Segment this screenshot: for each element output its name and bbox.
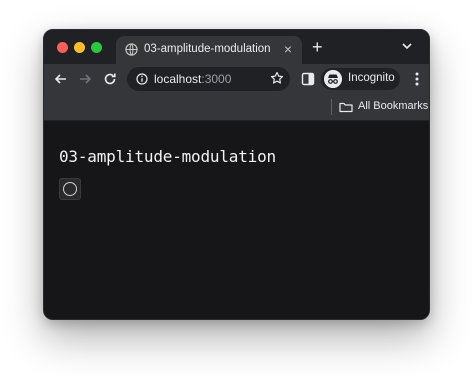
tab-close-button[interactable]: × <box>284 41 292 57</box>
all-bookmarks-button[interactable]: All Bookmarks <box>358 100 428 112</box>
tab-title: 03-amplitude-modulation <box>144 43 271 55</box>
url-port: :3000 <box>201 72 232 86</box>
bookmark-star-icon[interactable] <box>270 71 284 85</box>
minimize-window-button[interactable] <box>74 42 85 53</box>
page-content: 03-amplitude-modulation <box>44 121 429 319</box>
toolbar: localhost:3000 Incognito <box>44 64 429 94</box>
incognito-label: Incognito <box>348 72 395 84</box>
globe-icon <box>125 43 138 56</box>
forward-arrow-icon[interactable] <box>77 71 93 87</box>
kebab-menu-icon[interactable] <box>415 71 419 87</box>
side-panel-icon[interactable] <box>301 72 315 86</box>
site-info-icon[interactable] <box>136 73 148 85</box>
back-arrow-icon[interactable] <box>53 71 69 87</box>
url-host: localhost <box>154 72 202 86</box>
active-tab[interactable]: 03-amplitude-modulation × <box>116 36 302 64</box>
folder-icon <box>339 102 353 113</box>
incognito-profile-button[interactable]: Incognito <box>321 68 400 90</box>
toggle-button[interactable] <box>59 178 81 200</box>
reload-icon[interactable] <box>102 71 118 87</box>
tab-strip: 03-amplitude-modulation × + <box>44 30 429 64</box>
circle-icon <box>63 182 77 196</box>
url-text: localhost:3000 <box>154 72 231 86</box>
chevron-down-icon[interactable] <box>401 40 413 52</box>
maximize-window-button[interactable] <box>91 42 102 53</box>
close-window-button[interactable] <box>57 42 68 53</box>
address-bar[interactable]: localhost:3000 <box>127 67 290 91</box>
incognito-icon <box>324 70 342 88</box>
browser-window: 03-amplitude-modulation × + localhost:30… <box>43 29 430 320</box>
page-heading: 03-amplitude-modulation <box>59 147 276 166</box>
new-tab-button[interactable]: + <box>312 38 323 56</box>
bookmarks-divider <box>331 99 332 115</box>
bookmarks-bar: All Bookmarks <box>44 94 429 121</box>
